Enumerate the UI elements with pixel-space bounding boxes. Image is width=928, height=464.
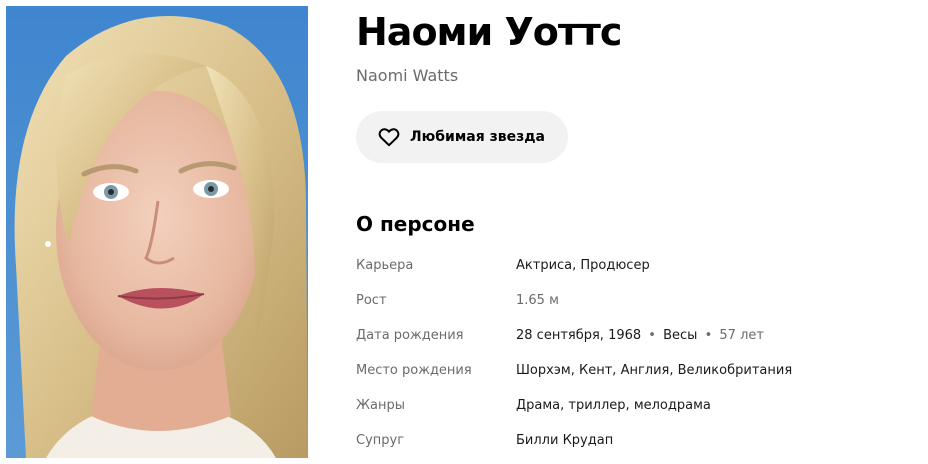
fact-value-genres[interactable]: Драма, триллер, мелодрама [516,394,711,418]
favorite-star-button[interactable]: Любимая звезда [356,111,568,163]
person-original-name: Naomi Watts [356,66,459,85]
separator-dot: • [704,328,713,343]
fact-label-spouse: Супруг [356,433,405,448]
person-page: Наоми Уоттс Naomi Watts Любимая звезда О… [0,0,928,464]
person-name: Наоми Уоттс [356,10,622,54]
fact-label-height: Рост [356,293,387,308]
fact-row-height: Рост 1.65 м [356,289,916,324]
birth-date-link[interactable]: 28 сентября, 1968 [516,328,641,343]
fact-row-birth-date: Дата рождения 28 сентября, 1968 • Весы •… [356,324,916,359]
age-text: 57 лет [719,328,764,343]
fact-row-career: Карьера Актриса, Продюсер [356,254,916,289]
fact-label-genres: Жанры [356,398,405,413]
fact-label-career: Карьера [356,258,414,273]
fact-value-height: 1.65 м [516,293,559,308]
person-photo [6,6,308,458]
fact-value-spouse[interactable]: Билли Крудап [516,429,613,453]
fact-label-birth-place: Место рождения [356,363,472,378]
facts-table: Карьера Актриса, Продюсер Рост 1.65 м Да… [356,254,916,464]
fact-row-spouse: Супруг Билли Крудап [356,429,916,464]
favorite-button-label: Любимая звезда [410,129,545,145]
fact-value-birth-place[interactable]: Шорхэм, Кент, Англия, Великобритания [516,359,792,383]
portrait-illustration [6,6,308,458]
zodiac-link[interactable]: Весы [663,328,697,343]
fact-value-birth-date: 28 сентября, 1968 • Весы • 57 лет [516,324,764,348]
fact-row-birth-place: Место рождения Шорхэм, Кент, Англия, Вел… [356,359,916,394]
fact-label-birth-date: Дата рождения [356,328,464,343]
about-section-title: О персоне [356,212,475,236]
separator-dot: • [648,328,656,343]
heart-outline-icon [378,128,400,147]
fact-row-genres: Жанры Драма, триллер, мелодрама [356,394,916,429]
fact-value-career[interactable]: Актриса, Продюсер [516,254,650,278]
